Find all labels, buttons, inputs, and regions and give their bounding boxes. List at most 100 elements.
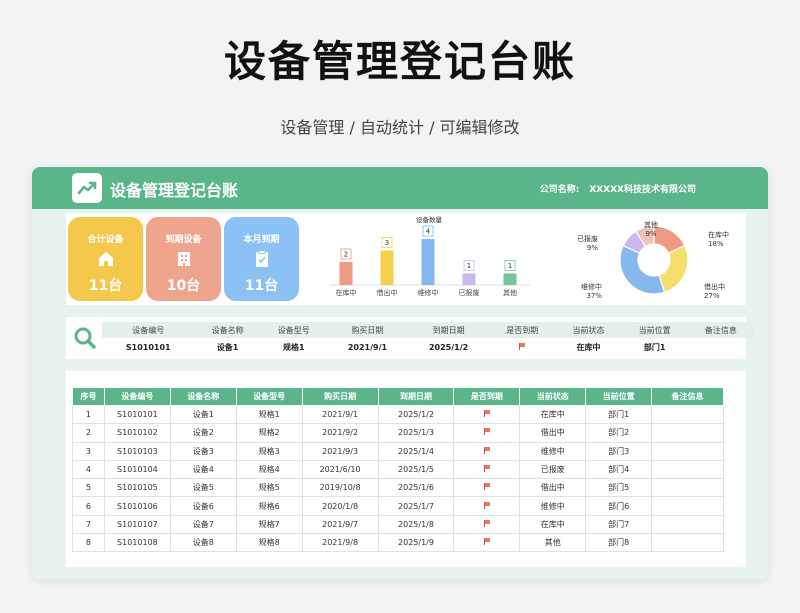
- table-cell: 2025/1/8: [377, 514, 455, 535]
- pie-value-label: 27%: [704, 292, 720, 300]
- table-cell: 规格1: [235, 404, 303, 425]
- search-value-cell[interactable]: 2021/9/1: [327, 338, 408, 356]
- table-header-cell[interactable]: 设备编号: [103, 387, 171, 406]
- pie-label: 已报废: [577, 234, 598, 243]
- table-cell: S1010103: [103, 441, 171, 461]
- flag-icon: [483, 501, 490, 509]
- search-value-cell[interactable]: 设备1: [195, 338, 261, 356]
- flag-icon: [483, 538, 490, 546]
- table-row[interactable]: 5 S1010105 设备5 规格5 2019/10/8 2025/1/6 借出中 部门5: [72, 478, 724, 498]
- table-header-cell[interactable]: 是否到期: [453, 387, 521, 406]
- search-value-cell[interactable]: 2025/1/2: [408, 338, 489, 356]
- table-cell: 规格3: [235, 441, 303, 461]
- table-cell: 设备4: [169, 459, 237, 480]
- search-header-cell: 设备型号: [260, 322, 327, 338]
- search-value-cell[interactable]: 部门1: [622, 338, 688, 356]
- table-row[interactable]: 1 S1010101 设备1 规格1 2021/9/1 2025/1/2 在库中 部门1: [72, 404, 724, 425]
- table-cell: 在库中: [519, 404, 587, 425]
- table-row[interactable]: 6 S1010106 设备6 规格6 2020/1/8 2025/1/7 维修中 部门6: [72, 496, 724, 516]
- table-cell: 2025/1/2: [377, 404, 455, 425]
- pie-label: 其他: [644, 220, 658, 229]
- bar-data-label: 2: [344, 251, 348, 259]
- table-cell: S1010108: [103, 533, 171, 553]
- page-title: 设备管理登记台账: [223, 37, 576, 86]
- table-cell: 设备5: [169, 478, 237, 498]
- table-cell: S1010104: [103, 459, 171, 480]
- bar-data-label: 4: [426, 228, 431, 236]
- table-cell: 7: [72, 514, 105, 535]
- table-cell: [651, 423, 724, 443]
- table-cell: 2025/1/9: [377, 533, 455, 553]
- pie-slice: [658, 244, 689, 294]
- table-row[interactable]: 2 S1010102 设备2 规格2 2021/9/2 2025/1/3 借出中 部门2: [72, 423, 724, 443]
- table-cell: 2025/1/5: [377, 459, 455, 480]
- table-cell: [651, 496, 724, 516]
- table-header-cell[interactable]: 到期日期: [377, 387, 455, 406]
- search-value-cell[interactable]: 在库中: [555, 338, 621, 356]
- table-cell: [651, 514, 724, 535]
- search-header-cell: 当前位置: [621, 322, 688, 338]
- table-cell: [651, 441, 724, 461]
- stat-label: 本月到期: [243, 235, 280, 245]
- table-row[interactable]: 7 S1010107 设备7 规格7 2021/9/7 2025/1/8 在库中 部门7: [72, 514, 724, 535]
- table-header-cell[interactable]: 当前状态: [519, 387, 587, 406]
- stat-month: 本月到期 11台: [224, 217, 299, 301]
- table-cell: 2021/9/7: [301, 514, 379, 535]
- table-header-cell[interactable]: 备注信息: [651, 387, 724, 406]
- table-cell: 部门8: [585, 533, 653, 553]
- clipboard-icon: [252, 249, 272, 269]
- table-header-cell[interactable]: 序号: [72, 387, 105, 406]
- home-icon: [96, 249, 116, 269]
- company-label: 公司名称:: [539, 185, 580, 195]
- table-cell: 设备2: [169, 423, 237, 443]
- ledger-card: 设备管理登记台账 公司名称: XXXXX科技技术有限公司 合计设备 11台 到期设…: [32, 167, 768, 579]
- table-cell: 2021/9/1: [301, 404, 379, 425]
- table-cell: 部门6: [585, 496, 653, 516]
- bar-data-label: 3: [385, 239, 389, 247]
- pie-label: 维修中: [581, 282, 602, 291]
- table-cell: 维修中: [519, 441, 587, 461]
- table-cell: [651, 478, 724, 498]
- table-cell: 部门3: [585, 441, 653, 461]
- table-cell: 维修中: [519, 496, 587, 516]
- search-header-cell: 设备名称: [194, 322, 261, 338]
- flag-icon: [483, 446, 490, 454]
- table-header-cell[interactable]: 当前位置: [585, 387, 653, 406]
- pie-label: 借出中: [704, 282, 725, 291]
- table-cell: 8: [72, 533, 105, 553]
- bar-chart-title: 设备数量: [416, 215, 443, 224]
- search-value-cell[interactable]: S1010101: [102, 338, 195, 356]
- search-value-cell[interactable]: [489, 338, 555, 356]
- trend-icon: [72, 173, 102, 203]
- table-cell: 6: [72, 496, 105, 516]
- stat-expired: 到期设备 10台: [146, 217, 221, 301]
- search-icon[interactable]: [72, 325, 98, 351]
- table-row[interactable]: 8 S1010108 设备8 规格8 2021/9/8 2025/1/9 其他 部门8: [72, 533, 724, 553]
- flag-icon: [519, 342, 526, 350]
- search-value-cell[interactable]: 规格1: [261, 338, 327, 356]
- pie-value-label: 9%: [645, 230, 656, 238]
- stat-label: 合计设备: [87, 235, 124, 245]
- pie-value-label: 37%: [586, 292, 602, 300]
- bar-tick-label: 其他: [503, 288, 517, 297]
- table-cell: S1010101: [103, 404, 171, 425]
- table-header-cell[interactable]: 设备型号: [235, 387, 303, 406]
- table-row[interactable]: 4 S1010104 设备4 规格4 2021/6/10 2025/1/5 已报废 部门4: [72, 459, 724, 480]
- table-row[interactable]: 3 S1010103 设备3 规格3 2021/9/3 2025/1/4 维修中 部门3: [72, 441, 724, 461]
- table-cell: 1: [72, 404, 105, 425]
- table-cell: [453, 496, 521, 516]
- bar-data-label: 1: [508, 262, 512, 270]
- search-header-cell: 当前状态: [555, 322, 622, 338]
- bar-chart: 设备数量 2 在库中 3 借出中 4 维修中 1 已报废 1 其他: [330, 215, 530, 297]
- table-cell: 2019/10/8: [301, 478, 379, 498]
- table-cell: 设备3: [169, 441, 237, 461]
- table-cell: 2021/6/10: [301, 459, 379, 480]
- table-cell: 3: [72, 441, 105, 461]
- stat-value: 11台: [244, 278, 279, 294]
- search-header-cell: 到期日期: [408, 322, 490, 338]
- table-cell: [453, 478, 521, 498]
- search-value-cell[interactable]: [688, 338, 754, 356]
- table-header-cell[interactable]: 购买日期: [301, 387, 379, 406]
- table-header-cell[interactable]: 设备名称: [169, 387, 237, 406]
- search-header-cell: 购买日期: [326, 322, 409, 338]
